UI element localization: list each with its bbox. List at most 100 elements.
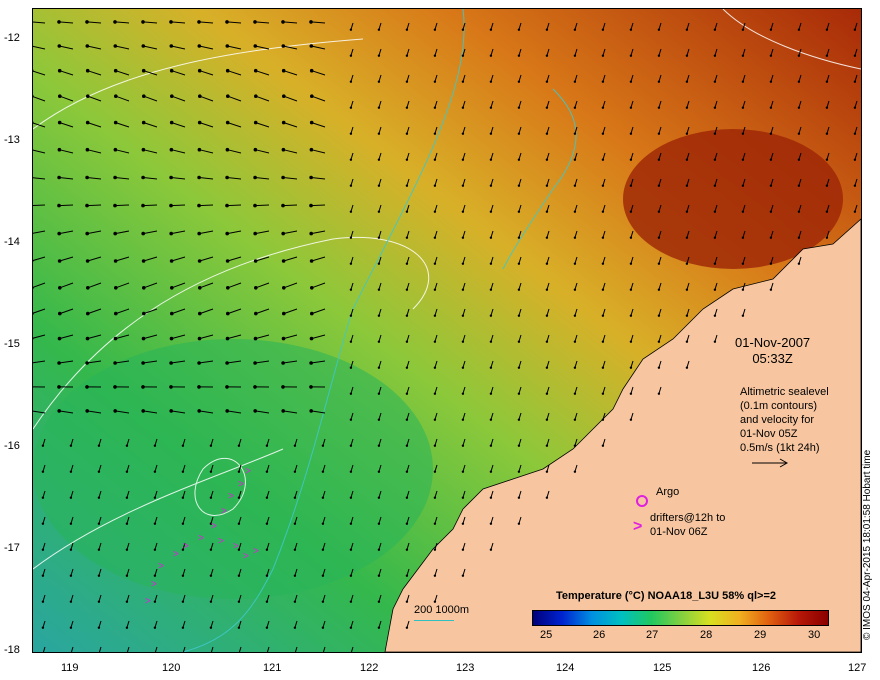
- velocity-arrow-head: [321, 574, 325, 577]
- velocity-arrow-head: [657, 184, 661, 187]
- velocity-arrow-head: [433, 340, 437, 343]
- velocity-arrow-head: [209, 496, 213, 499]
- velocity-arrow-head: [433, 210, 437, 213]
- velocity-arrow-head: [405, 366, 409, 369]
- velocity-arrow-head: [629, 158, 633, 161]
- velocity-arrow-head: [461, 28, 465, 31]
- velocity-arrow-head: [517, 262, 521, 265]
- velocity-arrow-head: [309, 336, 314, 341]
- velocity-arrow-head: [282, 286, 286, 290]
- velocity-arrow-head: [57, 120, 62, 125]
- velocity-arrow-head: [57, 175, 61, 180]
- drifter-marker: >: [198, 533, 204, 544]
- velocity-arrow-head: [57, 44, 62, 48]
- velocity-arrow-head: [741, 184, 745, 187]
- velocity-arrow-head: [489, 548, 493, 551]
- velocity-arrow-head: [226, 311, 230, 316]
- velocity-arrow-head: [86, 94, 90, 98]
- velocity-arrow-head: [741, 54, 745, 57]
- velocity-arrow-head: [141, 361, 145, 365]
- velocity-arrow-head: [253, 409, 257, 413]
- velocity-arrow-head: [685, 132, 689, 135]
- velocity-arrow-head: [209, 574, 213, 577]
- velocity-arrow-head: [377, 600, 381, 603]
- velocity-arrow-head: [825, 158, 829, 161]
- velocity-arrow-head: [601, 288, 605, 291]
- velocity-arrow-head: [141, 20, 145, 24]
- velocity-arrow-head: [769, 184, 773, 187]
- lat-tick: -16: [4, 440, 20, 452]
- velocity-arrow-head: [97, 496, 101, 499]
- velocity-arrow-head: [141, 385, 145, 389]
- velocity-arrow-head: [57, 259, 62, 263]
- lon-tick: 122: [360, 662, 379, 674]
- velocity-arrow-head: [309, 120, 314, 125]
- velocity-arrow-head: [545, 184, 549, 187]
- velocity-arrow-head: [489, 444, 493, 447]
- velocity-arrow-head: [114, 286, 118, 290]
- velocity-arrow-head: [461, 80, 465, 83]
- velocity-arrow-head: [310, 94, 314, 98]
- drifter-marker: >: [151, 579, 157, 590]
- velocity-arrow-head: [601, 366, 605, 369]
- argo-label: Argo: [656, 486, 680, 498]
- velocity-arrow-head: [281, 175, 285, 180]
- velocity-arrow-head: [545, 158, 549, 161]
- velocity-arrow-head: [265, 574, 269, 577]
- velocity-arrow-head: [489, 418, 493, 421]
- velocity-arrow-head: [349, 236, 353, 239]
- velocity-arrow-head: [377, 80, 381, 83]
- velocity-arrow-head: [97, 470, 101, 473]
- timestamp-block: 01-Nov-2007 05:33Z: [735, 335, 810, 367]
- velocity-arrow-head: [85, 68, 90, 73]
- velocity-arrow-head: [713, 340, 717, 343]
- velocity-arrow-head: [461, 314, 465, 317]
- velocity-arrow-head: [461, 132, 465, 135]
- velocity-arrow-head: [461, 548, 465, 551]
- velocity-arrow-head: [657, 132, 661, 135]
- velocity-arrow-head: [825, 54, 829, 57]
- colorbar-tick: 30: [808, 629, 821, 641]
- lon-tick: 121: [263, 662, 282, 674]
- velocity-arrow-head: [237, 470, 241, 473]
- velocity-arrow-head: [349, 184, 353, 187]
- velocity-arrow-head: [433, 470, 437, 473]
- velocity-arrow-head: [489, 184, 493, 187]
- velocity-arrow-head: [489, 80, 493, 83]
- velocity-arrow-head: [209, 626, 213, 629]
- velocity-arrow-head: [181, 470, 185, 473]
- velocity-arrow-head: [113, 409, 117, 413]
- velocity-arrow-head: [253, 44, 258, 48]
- velocity-arrow-head: [281, 120, 286, 125]
- velocity-arrow-head: [281, 361, 285, 365]
- velocity-arrow-head: [349, 496, 353, 499]
- velocity-arrow-head: [197, 147, 202, 152]
- bathymetry-scale-label: 200 1000m: [414, 604, 470, 616]
- velocity-arrow-head: [517, 184, 521, 187]
- velocity-arrow-head: [377, 366, 381, 369]
- velocity-arrow-head: [349, 548, 353, 551]
- velocity-arrow-head: [517, 340, 521, 343]
- velocity-arrow-head: [349, 366, 353, 369]
- velocity-arrow-head: [433, 574, 437, 577]
- velocity-arrow-head: [349, 600, 353, 603]
- velocity-arrow-head: [349, 574, 353, 577]
- velocity-arrow-head: [573, 132, 577, 135]
- velocity-arrow-head: [825, 236, 829, 239]
- velocity-arrow-head: [517, 496, 521, 499]
- colorbar-title: Temperature (°C) NOAA18_L3U 58% ql>=2: [556, 590, 776, 602]
- velocity-arrow-head: [797, 236, 801, 239]
- velocity-arrow-head: [433, 600, 437, 603]
- velocity-arrow-head: [254, 286, 258, 290]
- velocity-arrow-head: [853, 184, 857, 187]
- velocity-arrow-head: [253, 361, 257, 365]
- velocity-arrow-head: [545, 470, 549, 473]
- drifter-label-1: drifters@12h to: [650, 512, 726, 524]
- velocity-arrow-head: [405, 548, 409, 551]
- velocity-arrow-head: [517, 366, 521, 369]
- sst-map-canvas: >>>>>>>>>>>>> >> >: [33, 9, 861, 652]
- velocity-arrow-head: [377, 236, 381, 239]
- velocity-arrow-head: [825, 106, 829, 109]
- velocity-arrow-head: [433, 522, 437, 525]
- velocity-arrow-head: [237, 444, 241, 447]
